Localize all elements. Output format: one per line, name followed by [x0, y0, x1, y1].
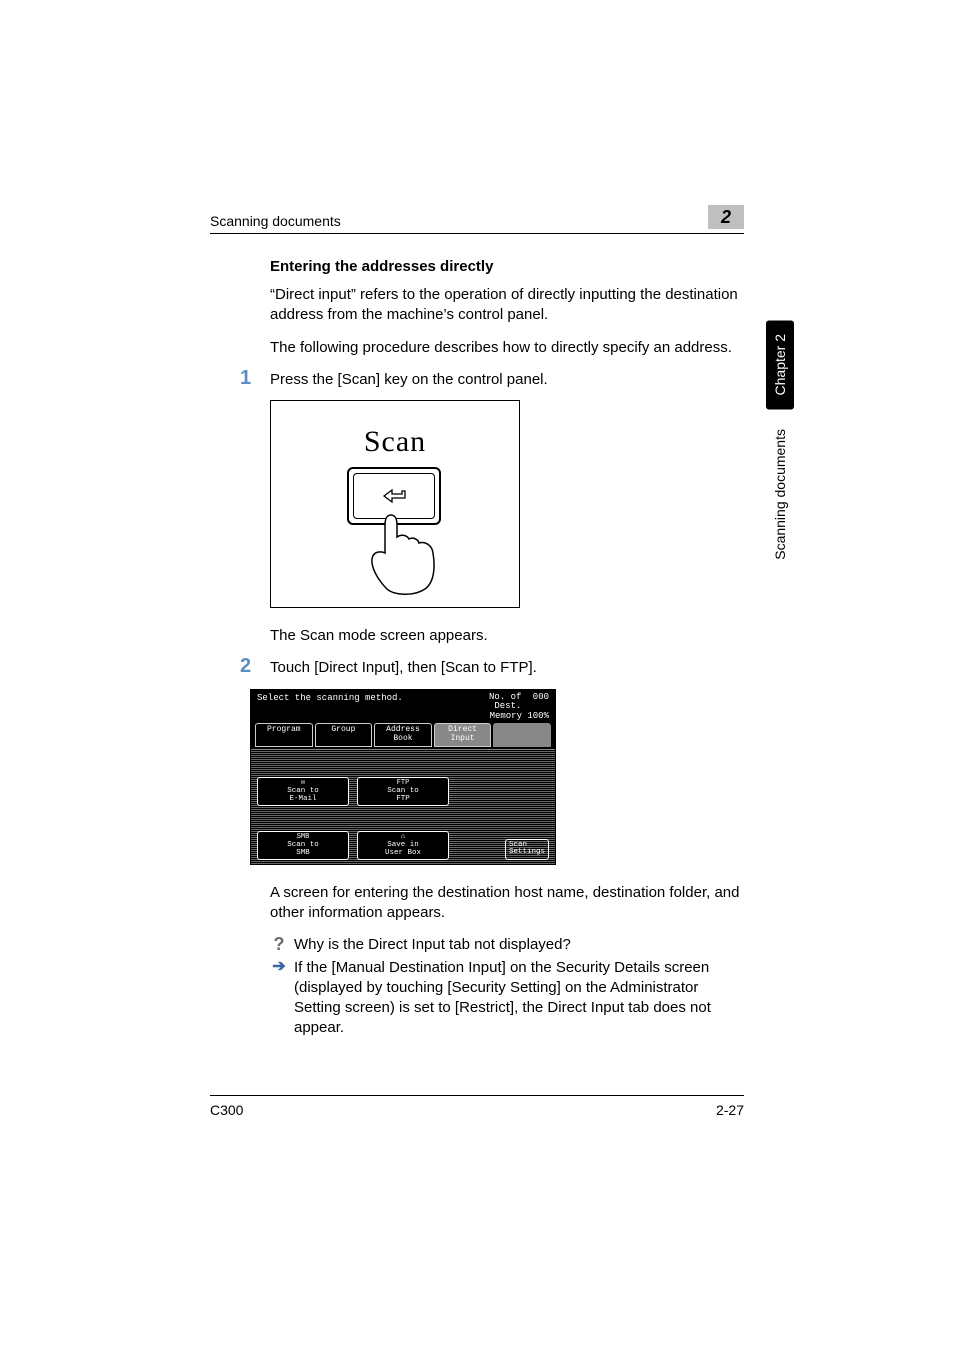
- step-2-number: 2: [240, 655, 251, 678]
- side-section-label: Scanning documents: [772, 423, 788, 566]
- finger-press-icon: [363, 509, 443, 604]
- content-column: Entering the addresses directly “Direct …: [270, 258, 746, 1051]
- step-2: 2 Touch [Direct Input], then [Scan to FT…: [270, 658, 746, 1038]
- screen-tabs: Program Group Address Book Direct Input: [251, 723, 555, 750]
- screen-prompt: Select the scanning method.: [257, 693, 403, 723]
- email-icon: ✉: [259, 780, 347, 787]
- btn-scan-settings[interactable]: Scan Settings: [505, 839, 549, 860]
- screen-header: Select the scanning method. No. of Dest.…: [251, 690, 555, 724]
- step-1: 1 Press the [Scan] key on the control pa…: [270, 370, 746, 647]
- qa-question: Why is the Direct Input tab not displaye…: [294, 935, 571, 955]
- btn-save-user-box-label: Save in User Box: [359, 842, 447, 858]
- ftp-icon: FTP: [359, 780, 447, 787]
- smb-icon: SMB: [259, 834, 347, 841]
- page: Scanning documents 2 Chapter 2 Scanning …: [0, 0, 954, 1350]
- btn-scan-to-ftp-label: Scan to FTP: [359, 788, 447, 804]
- side-tab: Chapter 2 Scanning documents: [766, 320, 794, 566]
- step-1-number: 1: [240, 367, 251, 390]
- answer-arrow-icon: ➔: [270, 958, 288, 1039]
- house-icon: ⌂: [359, 834, 447, 841]
- btn-scan-to-smb[interactable]: SMB Scan to SMB: [257, 831, 349, 860]
- btn-scan-to-ftp[interactable]: FTP Scan to FTP: [357, 777, 449, 806]
- qa-answer: If the [Manual Destination Input] on the…: [294, 958, 746, 1039]
- memory-status: Memory 100%: [490, 711, 549, 721]
- btn-scan-to-email-label: Scan to E-Mail: [259, 788, 347, 804]
- figure-touch-screen: Select the scanning method. No. of Dest.…: [250, 689, 556, 865]
- step-1-result: The Scan mode screen appears.: [270, 626, 746, 646]
- intro-paragraph-2: The following procedure describes how to…: [270, 338, 746, 358]
- btn-save-user-box[interactable]: ⌂ Save in User Box: [357, 831, 449, 860]
- intro-paragraph-1: “Direct input” refers to the operation o…: [270, 285, 746, 326]
- section-title: Entering the addresses directly: [270, 258, 746, 275]
- tab-direct-input[interactable]: Direct Input: [434, 723, 492, 747]
- dest-value: 000: [533, 692, 549, 702]
- dest-label: No. of Dest.: [489, 693, 521, 713]
- figure-scan-key: Scan: [270, 400, 520, 608]
- tab-address-book[interactable]: Address Book: [374, 723, 432, 747]
- qa-block: ? Why is the Direct Input tab not displa…: [270, 935, 746, 1038]
- scan-return-icon: [380, 487, 408, 505]
- btn-scan-to-email[interactable]: ✉ Scan to E-Mail: [257, 777, 349, 806]
- running-header: Scanning documents 2: [210, 205, 744, 234]
- side-chapter-label: Chapter 2: [766, 320, 794, 409]
- step-2-text: Touch [Direct Input], then [Scan to FTP]…: [270, 658, 746, 678]
- tab-blank: [493, 723, 551, 747]
- tab-program[interactable]: Program: [255, 723, 313, 747]
- question-mark-icon: ?: [270, 935, 288, 955]
- step-1-text: Press the [Scan] key on the control pane…: [270, 370, 746, 390]
- chapter-number-badge: 2: [708, 205, 744, 229]
- btn-scan-to-smb-label: Scan to SMB: [259, 842, 347, 858]
- tab-group[interactable]: Group: [315, 723, 373, 747]
- footer-page: 2-27: [716, 1102, 744, 1118]
- running-header-text: Scanning documents: [210, 213, 341, 229]
- scan-key-label: Scan: [271, 425, 519, 459]
- page-footer: C300 2-27: [210, 1095, 744, 1118]
- footer-model: C300: [210, 1102, 243, 1118]
- screen-body: ✉ Scan to E-Mail FTP Scan to FTP SMB Sca…: [251, 750, 555, 864]
- screen-status: No. of Dest. 000 Memory 100%: [489, 693, 549, 723]
- step-2-result: A screen for entering the destination ho…: [270, 883, 746, 924]
